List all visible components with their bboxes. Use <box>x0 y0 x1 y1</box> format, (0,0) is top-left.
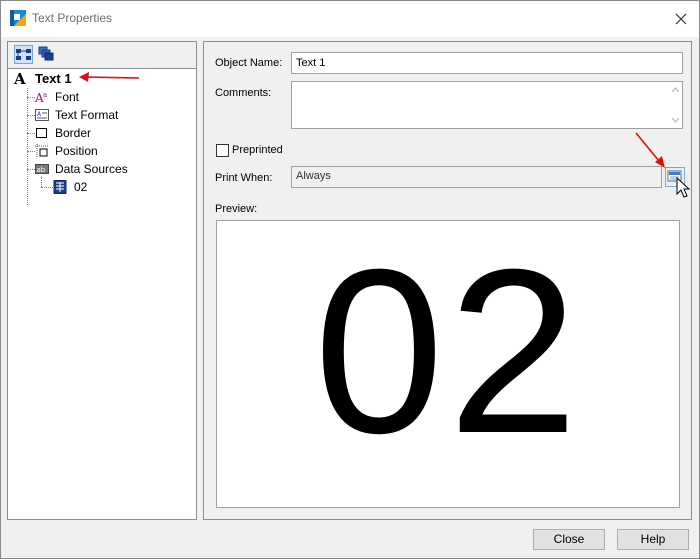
expression-editor-icon <box>667 170 682 182</box>
category-view-button[interactable] <box>37 45 56 64</box>
print-when-label: Print When: <box>215 172 273 184</box>
object-name-input[interactable] <box>291 52 683 74</box>
help-button[interactable]: Help <box>617 529 689 550</box>
preprinted-checkbox[interactable] <box>216 144 229 157</box>
preview-label: Preview: <box>215 203 258 215</box>
object-name-label: Object Name: <box>215 57 283 69</box>
border-icon <box>36 128 47 138</box>
close-icon[interactable] <box>669 7 693 31</box>
tree-item-label: Border <box>55 126 92 140</box>
data-sources-icon: ab <box>35 164 49 174</box>
comments-label: Comments: <box>215 87 272 99</box>
print-when-field: Always <box>291 166 662 188</box>
property-tree: A Text 1 A a Font A Text Format Border P… <box>8 69 196 519</box>
properties-panel: Object Name: Comments: Preprinted Print … <box>203 41 692 520</box>
scroll-down-icon[interactable] <box>672 118 679 123</box>
preprinted-label: Preprinted <box>232 144 283 156</box>
scroll-up-icon[interactable] <box>672 87 679 92</box>
tree-item-label: Font <box>55 90 80 104</box>
database-field-icon <box>53 180 67 194</box>
print-when-edit-button[interactable] <box>665 167 685 187</box>
close-button[interactable]: Close <box>533 529 605 550</box>
comments-textarea[interactable] <box>291 81 683 129</box>
tree-item-label: 02 <box>74 180 88 194</box>
tree-item-label: Position <box>55 144 98 158</box>
window-title: Text Properties <box>32 11 113 25</box>
app-logo-icon <box>10 10 26 26</box>
preview-text: 02 <box>313 220 583 482</box>
text-properties-dialog: Text Properties A Text 1 A a Font A Text… <box>0 0 700 559</box>
tree-view-icon <box>16 49 31 60</box>
tree-toolbar <box>8 42 196 69</box>
tree-item-label: Text Format <box>55 108 119 122</box>
preview-area: 02 <box>216 220 680 508</box>
svg-text:a: a <box>43 91 47 99</box>
position-icon <box>35 144 49 158</box>
text-object-icon: A <box>14 70 26 88</box>
tree-item-label: Data Sources <box>55 162 128 176</box>
svg-text:ab: ab <box>37 166 46 174</box>
font-icon: A a <box>35 91 47 104</box>
text-format-icon: A <box>35 109 49 121</box>
tree-view-button[interactable] <box>14 45 33 64</box>
tree-root-label: Text 1 <box>35 71 72 86</box>
layers-icon <box>38 46 54 61</box>
title-bar: Text Properties <box>1 1 699 37</box>
property-tree-panel: A Text 1 A a Font A Text Format Border P… <box>7 41 197 520</box>
